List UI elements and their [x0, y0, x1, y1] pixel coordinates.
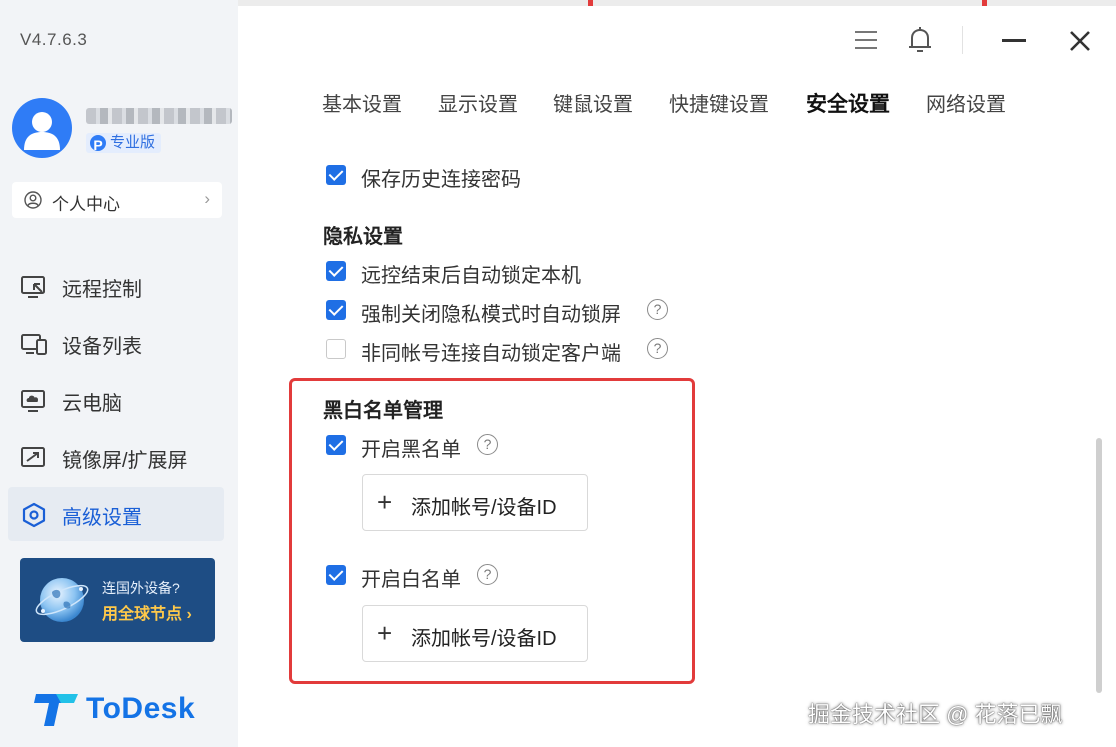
promo-line-1: 连国外设备?: [102, 580, 180, 596]
todesk-logo-icon: [34, 694, 78, 726]
minimize-icon[interactable]: [1002, 39, 1026, 43]
blacklist-checkbox[interactable]: [326, 435, 346, 455]
help-icon[interactable]: ?: [647, 338, 668, 359]
version-label: V4.7.6.3: [20, 30, 88, 49]
chevron-right-icon: ›: [204, 189, 210, 208]
todesk-logo: ToDesk: [34, 690, 195, 730]
sidebar-item-label: 云电脑: [62, 393, 122, 415]
whitelist-label: 开启白名单: [361, 569, 461, 591]
list-management-title: 黑白名单管理: [323, 400, 443, 422]
watermark: 掘金技术社区 @ 花落已飘: [808, 702, 1063, 727]
personal-center-button[interactable]: 个人中心 ›: [12, 182, 222, 218]
username-blurred: [86, 108, 232, 124]
mirror-screen-icon: [21, 447, 45, 467]
force-close-lock-label: 强制关闭隐私模式时自动锁屏: [361, 304, 621, 326]
remote-control-icon: [21, 276, 45, 298]
tab-shortcut-settings[interactable]: 快捷键设置: [669, 88, 769, 117]
menu-icon[interactable]: [854, 28, 878, 52]
sidebar-item-remote-control[interactable]: 远程控制: [8, 259, 224, 313]
bell-icon[interactable]: [906, 25, 934, 55]
tab-keyboard-mouse-settings[interactable]: 键鼠设置: [553, 88, 633, 117]
promo-line-2: 用全球节点 ›: [102, 606, 192, 623]
help-icon[interactable]: ?: [647, 299, 668, 320]
add-whitelist-account-button[interactable]: + 添加帐号/设备ID: [362, 605, 588, 662]
force-close-lock-checkbox[interactable]: [326, 300, 346, 320]
globe-icon: [35, 578, 89, 622]
help-icon[interactable]: ?: [477, 434, 498, 455]
auto-lock-checkbox[interactable]: [326, 261, 346, 281]
global-node-promo-banner[interactable]: 连国外设备? 用全球节点 ›: [20, 558, 215, 642]
user-circle-icon: [24, 191, 42, 209]
advanced-settings-icon: [22, 502, 46, 528]
sidebar-item-mirror-screen[interactable]: 镜像屏/扩展屏: [8, 430, 224, 484]
sidebar-item-label: 镜像屏/扩展屏: [62, 450, 188, 472]
brand-wordmark: ToDesk: [86, 692, 196, 725]
save-password-label: 保存历史连接密码: [361, 169, 521, 191]
toolbar-divider: [962, 26, 963, 54]
pro-badge: P 专业版: [86, 133, 162, 153]
add-blacklist-label: 添加帐号/设备ID: [411, 497, 557, 519]
blacklist-label: 开启黑名单: [361, 439, 461, 461]
tab-security-settings[interactable]: 安全设置: [806, 88, 890, 118]
personal-center-label: 个人中心: [52, 195, 120, 214]
add-whitelist-label: 添加帐号/设备ID: [411, 628, 557, 650]
sidebar-item-device-list[interactable]: 设备列表: [8, 316, 224, 370]
vertical-scrollbar[interactable]: [1096, 438, 1102, 693]
user-silhouette-icon: [24, 112, 60, 150]
avatar[interactable]: [12, 98, 72, 158]
whitelist-checkbox[interactable]: [326, 565, 346, 585]
different-account-lock-checkbox[interactable]: [326, 339, 346, 359]
sidebar-item-label: 远程控制: [62, 279, 142, 301]
sidebar-item-cloud-pc[interactable]: 云电脑: [8, 373, 224, 427]
plus-icon: +: [377, 618, 393, 648]
cloud-pc-icon: [21, 390, 45, 412]
pro-badge-text: 专业版: [110, 134, 156, 151]
sidebar-item-advanced-settings[interactable]: 高级设置: [8, 487, 224, 541]
tab-display-settings[interactable]: 显示设置: [438, 88, 518, 117]
add-blacklist-account-button[interactable]: + 添加帐号/设备ID: [362, 474, 588, 531]
sidebar: V4.7.6.3 P 专业版 个人中心 › 远程控制 设备列表 云电脑 镜像屏/…: [0, 0, 238, 747]
tab-basic-settings[interactable]: 基本设置: [322, 88, 402, 117]
auto-lock-label: 远控结束后自动锁定本机: [361, 265, 581, 287]
pro-badge-icon: P: [88, 133, 108, 153]
sidebar-item-label: 设备列表: [62, 336, 142, 358]
tab-network-settings[interactable]: 网络设置: [926, 88, 1006, 117]
privacy-section-title: 隐私设置: [323, 226, 403, 248]
close-icon[interactable]: [1069, 30, 1091, 52]
plus-icon: +: [377, 487, 393, 517]
help-icon[interactable]: ?: [477, 564, 498, 585]
different-account-lock-label: 非同帐号连接自动锁定客户端: [361, 343, 621, 365]
sidebar-item-label: 高级设置: [62, 507, 142, 529]
device-list-icon: [21, 334, 47, 355]
save-password-checkbox[interactable]: [326, 165, 346, 185]
